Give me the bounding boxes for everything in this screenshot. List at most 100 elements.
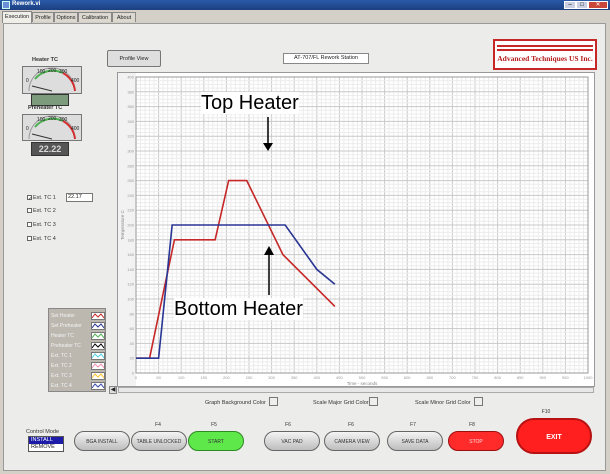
control-mode-option-remove[interactable]: REMOVE — [29, 444, 63, 451]
control-mode-listbox[interactable]: INSTALL REMOVE — [28, 436, 64, 452]
tab-calibration[interactable]: Calibration — [78, 12, 112, 22]
ext-tc-4-check[interactable] — [27, 236, 32, 242]
ext-tc-4-label: Ext. TC 4 — [33, 236, 56, 242]
preheater-tc-title: Preheater TC — [28, 105, 63, 111]
ext-tc-2-check[interactable] — [27, 208, 32, 214]
f5-key-label: F5 — [211, 422, 217, 428]
legend-item: Ext. TC 2 — [49, 361, 107, 371]
y-tick-label: 60 — [130, 326, 135, 331]
x-tick-label: 700 — [449, 375, 456, 380]
legend-item-label: Set Heater — [51, 313, 75, 319]
stop-button[interactable]: STOP — [448, 431, 504, 451]
close-icon[interactable]: ✕ — [588, 1, 608, 9]
x-tick-label: 800 — [494, 375, 501, 380]
ext-tc-1-value: 22.17 — [66, 193, 93, 202]
tab-options[interactable]: Options — [54, 12, 78, 22]
logo-bar-mid — [497, 49, 593, 51]
control-mode-option-install[interactable]: INSTALL — [29, 437, 63, 444]
legend-swatch[interactable] — [91, 332, 105, 340]
tab-about[interactable]: About — [112, 12, 136, 22]
preheater-tick-400: 400 — [71, 126, 80, 132]
table-unlocked-button[interactable]: TABLE UNLOCKED — [131, 431, 187, 451]
app-icon — [2, 1, 10, 9]
ext-tc-3-label: Ext. TC 3 — [33, 222, 56, 228]
ext-tc-3-checkbox[interactable]: Ext. TC 3 — [27, 222, 56, 228]
major-grid-color-swatch[interactable] — [369, 397, 378, 406]
save-data-button[interactable]: SAVE DATA — [387, 431, 443, 451]
ext-tc-3-check[interactable] — [27, 222, 32, 228]
legend-item-label: Preheater TC — [51, 343, 81, 349]
x-tick-label: 1000 — [584, 375, 594, 380]
legend-swatch[interactable] — [91, 352, 105, 360]
preheater-tick-100: 100 — [37, 117, 46, 123]
y-tick-label: 140 — [127, 267, 134, 272]
y-tick-label: 260 — [127, 178, 134, 183]
legend-item: Preheater TC — [49, 341, 107, 351]
y-tick-label: 40 — [130, 341, 135, 346]
maximize-icon[interactable]: □ — [576, 1, 588, 9]
legend-item: Ext. TC 4 — [49, 381, 107, 391]
x-tick-label: 200 — [223, 375, 230, 380]
tab-profile[interactable]: Profile — [32, 12, 54, 22]
f7-key-label: F7 — [410, 422, 416, 428]
window-title: Rework.vi — [12, 1, 41, 7]
control-mode-label: Control Mode — [26, 429, 60, 435]
x-tick-label: 0 — [135, 375, 138, 380]
x-axis-label: Time - seconds — [347, 381, 378, 386]
graph-bg-color-swatch[interactable] — [269, 397, 278, 406]
ext-tc-1-check[interactable]: ✓ — [27, 195, 33, 202]
preheater-tick-200: 200 — [48, 116, 57, 122]
ext-tc-1-checkbox[interactable]: ✓Ext. TC 1 — [27, 195, 56, 202]
legend-swatch[interactable] — [91, 382, 105, 390]
legend-item-label: Ext. TC 1 — [51, 353, 72, 359]
preheater-tc-readout: 22.22 — [31, 142, 69, 156]
chart-horizontal-scrollbar[interactable] — [118, 387, 594, 393]
vac-pad-button[interactable]: VAC PAD — [264, 431, 320, 451]
preheater-tc-gauge: 100 200 300 0 400 — [22, 114, 82, 141]
y-tick-label: 80 — [130, 311, 135, 316]
heater-tick-400: 400 — [71, 78, 80, 84]
legend-swatch[interactable] — [91, 362, 105, 370]
x-tick-label: 100 — [178, 375, 185, 380]
x-tick-label: 600 — [404, 375, 411, 380]
preheater-tick-0: 0 — [26, 126, 29, 132]
minor-grid-color-swatch[interactable] — [474, 397, 483, 406]
legend-swatch[interactable] — [91, 312, 105, 320]
ext-tc-4-checkbox[interactable]: Ext. TC 4 — [27, 236, 56, 242]
temperature-chart: 0 20 40 60 80 100 120 140 160 180 200 220 240 260 280 3… — [117, 72, 595, 387]
logo-text: Advanced Techniques US Inc. — [497, 54, 593, 63]
legend-swatch[interactable] — [91, 342, 105, 350]
preheater-tick-300: 300 — [59, 117, 68, 123]
bga-install-button[interactable]: BGA INSTALL — [74, 431, 130, 451]
ext-tc-2-checkbox[interactable]: Ext. TC 2 — [27, 208, 56, 214]
x-tick-label: 400 — [313, 375, 320, 380]
minimize-icon[interactable]: – — [564, 1, 576, 9]
x-tick-label: 250 — [246, 375, 253, 380]
y-tick-label: 280 — [127, 163, 134, 168]
x-tick-label: 350 — [291, 375, 298, 380]
x-tick-label: 150 — [200, 375, 207, 380]
start-button[interactable]: START — [188, 431, 244, 451]
y-tick-label: 100 — [127, 297, 134, 302]
y-tick-label: 220 — [127, 208, 134, 213]
bottom-heater-annotation: Bottom Heater — [174, 298, 303, 320]
x-tick-label: 900 — [539, 375, 546, 380]
camera-view-button[interactable]: CAMERA VIEW — [324, 431, 380, 451]
profile-view-button[interactable]: Profile View — [107, 50, 161, 67]
legend-item: Ext. TC 1 — [49, 351, 107, 361]
exit-button[interactable]: EXIT — [516, 418, 592, 454]
y-tick-label: 400 — [127, 75, 134, 80]
y-axis-label: Temperature C — [120, 209, 125, 240]
legend-item: Ext. TC 3 — [49, 371, 107, 381]
x-tick-label: 450 — [336, 375, 343, 380]
legend-swatch[interactable] — [91, 322, 105, 330]
y-tick-label: 360 — [127, 104, 134, 109]
scroll-left-icon[interactable]: ◀ — [109, 386, 117, 394]
legend-swatch[interactable] — [91, 372, 105, 380]
chart-plot: 0 20 40 60 80 100 120 140 160 180 200 220 240 260 280 3… — [118, 73, 594, 386]
legend-item: Set Heater — [49, 311, 107, 321]
graph-bg-color-label: Graph Background Color — [205, 400, 266, 406]
legend-item: Heater TC — [49, 331, 107, 341]
tab-execution[interactable]: Execution — [2, 11, 32, 23]
x-tick-label: 750 — [472, 375, 479, 380]
